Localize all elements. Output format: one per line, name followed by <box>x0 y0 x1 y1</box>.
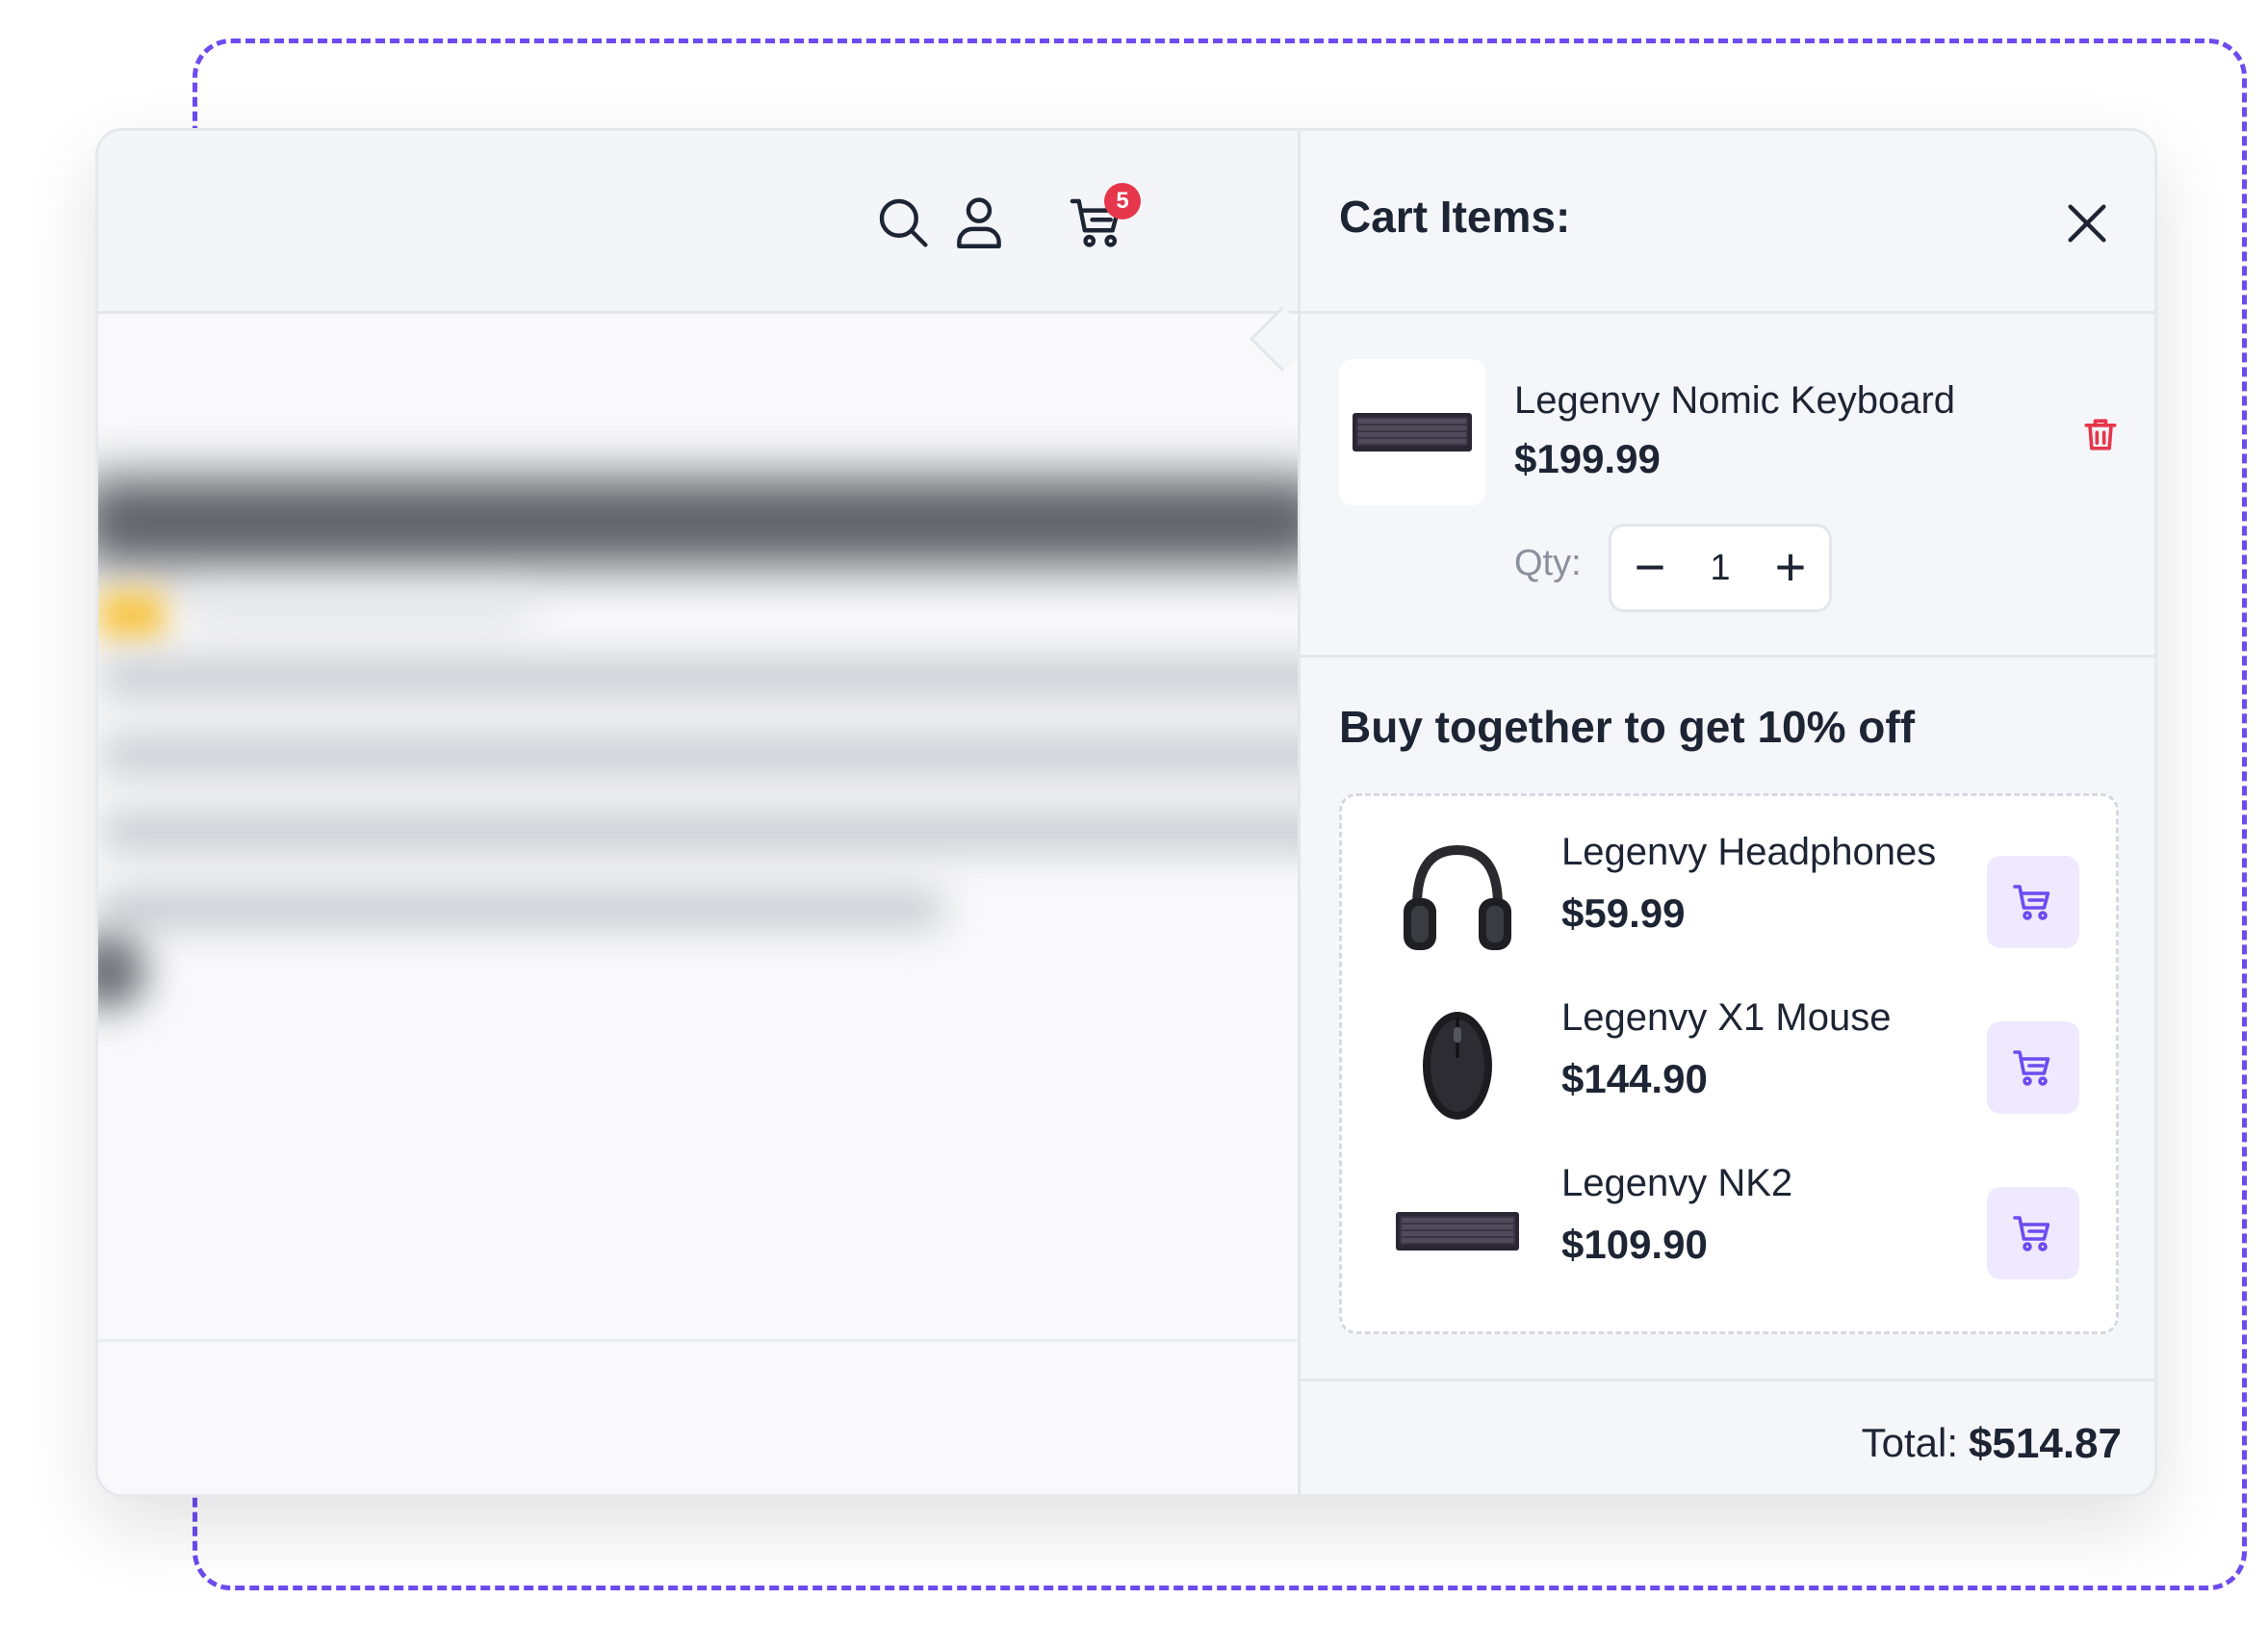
trash-icon[interactable] <box>2079 413 2122 455</box>
close-icon[interactable] <box>2062 198 2112 248</box>
cart-add-icon <box>2013 885 2050 920</box>
cart-item-price: $199.99 <box>1514 436 1661 481</box>
blurred-title <box>98 477 1298 566</box>
user-icon[interactable] <box>947 191 1011 254</box>
bundle-item: Legenvy NK2 $109.90 <box>1342 1143 2116 1308</box>
blurred-line <box>98 658 1298 697</box>
cart-icon[interactable]: 5 <box>1066 183 1141 254</box>
headphones-image <box>1390 831 1525 966</box>
bundle-item-price: $144.90 <box>1561 1056 1708 1101</box>
cart-count-badge: 5 <box>1104 183 1141 219</box>
bundle-item-price: $59.99 <box>1561 890 1686 936</box>
increment-button[interactable]: + <box>1752 527 1829 609</box>
app-window: 5 Cart Items: Legenvy Nomic Keyboard $19… <box>95 128 2157 1497</box>
blurred-rating <box>98 591 166 639</box>
blurred-line <box>98 890 945 928</box>
blurred-line <box>98 812 1298 851</box>
total-label: Total: <box>1861 1420 1958 1465</box>
bundle-title: Buy together to get 10% off <box>1339 702 1916 752</box>
keyboard-image <box>1339 359 1485 505</box>
bundle-item: Legenvy Headphones $59.99 <box>1342 812 2116 977</box>
blurred-content <box>98 317 1298 1494</box>
product-page: 5 <box>98 131 1298 1494</box>
divider <box>98 1339 1298 1342</box>
cart-add-icon <box>2013 1216 2050 1251</box>
bundle-item-name: Legenvy X1 Mouse <box>1561 996 1892 1039</box>
quantity-value[interactable]: 1 <box>1688 527 1752 609</box>
cart-panel: Cart Items: Legenvy Nomic Keyboard $199.… <box>1298 131 2154 1494</box>
add-to-cart-button[interactable] <box>1987 1187 2079 1279</box>
qty-label: Qty: <box>1514 543 1582 583</box>
decrement-button[interactable]: − <box>1611 527 1688 609</box>
add-to-cart-button[interactable] <box>1987 856 2079 948</box>
bundle-item-name: Legenvy NK2 <box>1561 1162 1793 1204</box>
cart-panel-header: Cart Items: <box>1301 131 2154 314</box>
bundle-list: Legenvy Headphones $59.99 Legenvy X1 Mou… <box>1339 793 2119 1334</box>
bundle-item-price: $109.90 <box>1561 1222 1708 1267</box>
total-value: $514.87 <box>1968 1420 2122 1467</box>
cart-item-name: Legenvy Nomic Keyboard <box>1514 379 1956 422</box>
blurred-line <box>185 596 531 625</box>
cart-item: Legenvy Nomic Keyboard $199.99 Qty: − 1 … <box>1301 317 2154 658</box>
bundle-item: Legenvy X1 Mouse $144.90 <box>1342 977 2116 1143</box>
blurred-button <box>98 933 146 1010</box>
cart-footer: Total: $514.87 <box>1301 1379 2154 1494</box>
add-to-cart-button[interactable] <box>1987 1021 2079 1114</box>
quantity-stepper: − 1 + <box>1609 524 1832 612</box>
bundle-item-name: Legenvy Headphones <box>1561 831 1937 873</box>
search-icon[interactable] <box>871 191 935 254</box>
cart-title: Cart Items: <box>1339 192 1571 242</box>
mouse-image <box>1390 996 1525 1131</box>
keyboard-image <box>1390 1162 1525 1297</box>
cart-add-icon <box>2013 1050 2050 1086</box>
blurred-line <box>98 735 1298 774</box>
site-header: 5 <box>98 131 1298 314</box>
